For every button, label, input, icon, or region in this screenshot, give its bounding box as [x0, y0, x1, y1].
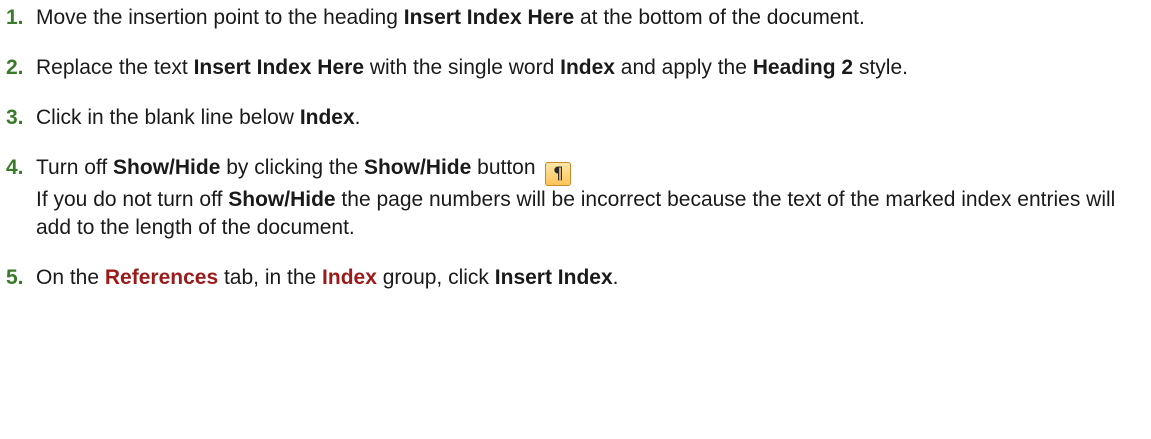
step-text-run: by clicking the [220, 156, 364, 179]
step-text-run: with the single word [364, 56, 561, 79]
step-2: 2. Replace the text Insert Index Here wi… [6, 54, 1151, 82]
pilcrow-icon: ¶ [552, 164, 564, 184]
step-text-run: Move the insertion point to the heading [36, 6, 404, 29]
command-name: Insert Index [494, 266, 613, 289]
step-text: Move the insertion point to the heading … [36, 4, 1136, 32]
step-number: 3. [6, 106, 24, 129]
show-hide-button[interactable]: ¶ [545, 162, 572, 186]
index-word: Index [560, 56, 615, 79]
step-text-run: style. [853, 56, 908, 79]
step-number: 4. [6, 156, 24, 179]
step-text-run: at the bottom of the document. [574, 6, 865, 29]
step-text-run: and apply the [614, 56, 753, 79]
step-text-run: . [354, 106, 361, 129]
step-text-run: tab, in the [218, 266, 323, 289]
ribbon-tab-name: References [104, 266, 219, 289]
step-text-run: Replace the text [36, 56, 194, 79]
step-5: 5. On the References tab, in the Index g… [6, 264, 1151, 292]
step-text: Replace the text Insert Index Here with … [36, 54, 1136, 82]
heading-name: Insert Index Here [193, 56, 364, 79]
step-text-run: If you do not turn off [36, 188, 229, 211]
style-name: Heading 2 [752, 56, 854, 79]
command-name: Show/Hide [363, 156, 472, 179]
step-text: Turn off Show/Hide by clicking the Show/… [36, 154, 1136, 242]
command-name: Show/Hide [113, 156, 221, 179]
step-3: 3. Click in the blank line below Index. [6, 104, 1151, 132]
step-text-run: Turn off [36, 156, 114, 179]
step-text-run: On the [36, 266, 105, 289]
step-text-run: Click in the blank line below [36, 106, 300, 129]
step-text: On the References tab, in the Index grou… [36, 264, 1136, 292]
step-1: 1. Move the insertion point to the headi… [6, 4, 1151, 32]
step-text-run: button [471, 156, 542, 179]
command-name: Show/Hide [228, 188, 336, 211]
index-word: Index [299, 106, 355, 129]
step-number: 5. [6, 266, 24, 289]
heading-name: Insert Index Here [403, 6, 575, 29]
instruction-steps: 1. Move the insertion point to the headi… [0, 0, 1151, 292]
step-text-run: . [612, 266, 619, 289]
step-number: 2. [6, 56, 24, 79]
ribbon-group-name: Index [322, 266, 377, 289]
step-text: Click in the blank line below Index. [36, 104, 1136, 132]
step-number: 1. [6, 6, 24, 29]
step-4: 4. Turn off Show/Hide by clicking the Sh… [6, 154, 1151, 242]
step-text-run: group, click [376, 266, 495, 289]
